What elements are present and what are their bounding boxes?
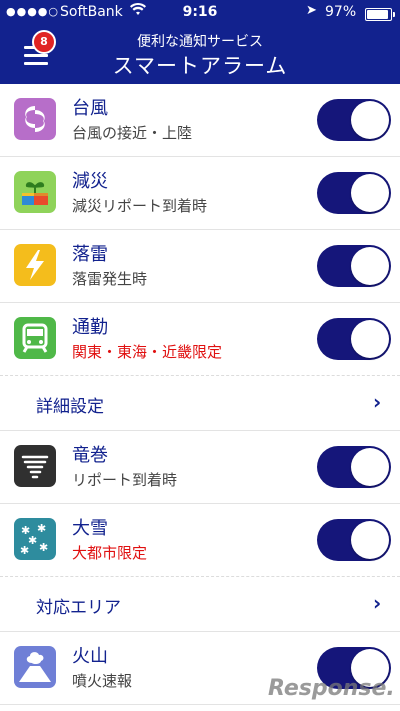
lightning-icon [14,244,56,286]
item-title: 落雷 [72,244,108,265]
list-item-typhoon: 台風 台風の接近・上陸 [0,84,400,157]
supported-area-link[interactable]: 対応エリア › [0,577,400,632]
svg-text:✱: ✱ [39,541,48,554]
watermark: Response. [268,676,395,701]
volcano-icon [14,646,56,688]
item-title: 台風 [72,98,108,119]
alarm-list: 台風 台風の接近・上陸 減災 減災リポート到着時 落雷 落雷発生時 通勤 関東・… [0,84,400,705]
battery-percent: 97% [325,4,357,20]
status-bar: ●●●●○ SoftBank 9:16 ➤ 97% [0,0,400,28]
list-item-tornado: 竜巻 リポート到着時 [0,431,400,504]
lightning-toggle[interactable] [317,245,391,287]
tornado-toggle[interactable] [317,446,391,488]
typhoon-toggle[interactable] [317,99,391,141]
chevron-right-icon: › [373,591,382,615]
item-title: 通勤 [72,317,108,338]
item-description: 減災リポート到着時 [72,197,208,215]
link-label: 対応エリア [36,598,121,618]
list-item-snow: ✱ ✱ ✱ ✱ ✱ 大雪 大都市限定 [0,504,400,577]
svg-text:✱: ✱ [20,544,29,557]
tornado-icon [14,445,56,487]
app-header: ●●●●○ SoftBank 9:16 ➤ 97% 8 便利な通知サービス スマ… [0,0,400,84]
disaster-reduction-icon [14,171,56,213]
svg-text:✱: ✱ [37,522,46,535]
list-item-commute: 通勤 関東・東海・近畿限定 [0,303,400,376]
item-title: 大雪 [72,518,108,539]
battery-icon [365,8,395,21]
page-title: スマートアラーム [112,54,288,78]
snow-icon: ✱ ✱ ✱ ✱ ✱ [14,518,56,560]
commute-toggle[interactable] [317,318,391,360]
item-description: 落雷発生時 [72,270,148,288]
list-item-disaster-reduction: 減災 減災リポート到着時 [0,157,400,230]
item-description: リポート到着時 [72,471,178,489]
item-description: 関東・東海・近畿限定 [72,343,223,361]
item-description: 噴火速報 [72,672,133,690]
location-icon: ➤ [306,3,317,18]
train-icon [14,317,56,359]
svg-text:✱: ✱ [28,534,37,547]
item-description: 台風の接近・上陸 [72,124,193,142]
list-item-lightning: 落雷 落雷発生時 [0,230,400,303]
link-label: 詳細設定 [36,397,104,417]
item-title: 火山 [72,646,108,667]
disaster-reduction-toggle[interactable] [317,172,391,214]
item-title: 減災 [72,171,108,192]
typhoon-icon [14,98,56,140]
chevron-right-icon: › [373,390,382,414]
snow-toggle[interactable] [317,519,391,561]
header-subtitle: 便利な通知サービス [137,34,263,50]
details-settings-link[interactable]: 詳細設定 › [0,376,400,431]
item-description: 大都市限定 [72,544,148,562]
item-title: 竜巻 [72,445,108,466]
